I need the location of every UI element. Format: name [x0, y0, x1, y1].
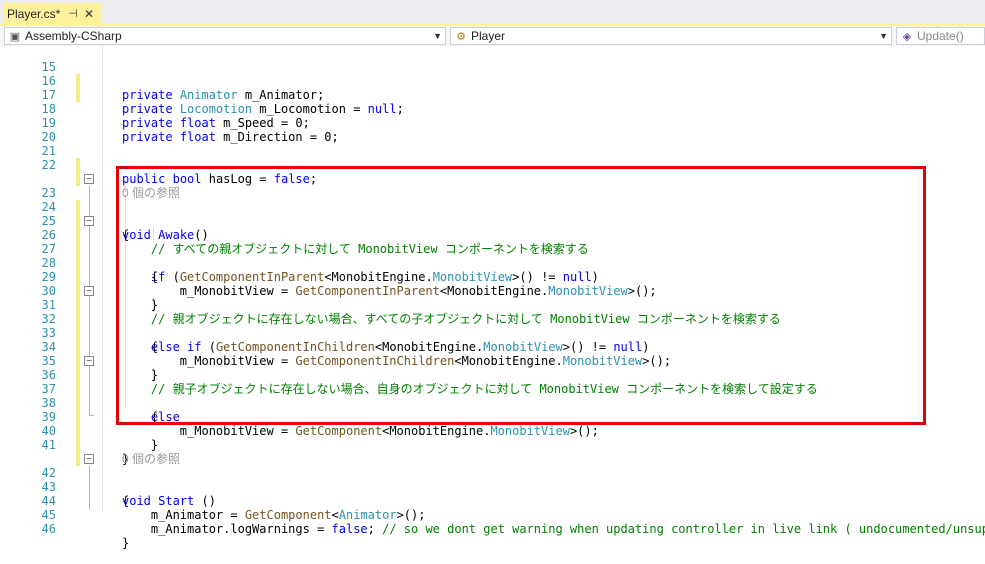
code-line: 17 [0, 74, 985, 102]
code-line: 21 public bool hasLog = false; [0, 130, 985, 186]
close-icon[interactable]: ✕ [84, 7, 94, 21]
document-tab-bar: Player.cs* ⊣ ✕ [0, 0, 985, 25]
code-line: 41 [0, 424, 985, 466]
code-line: 19 private float m_Direction = 0; [0, 102, 985, 144]
code-token: ; [367, 522, 383, 536]
code-line: 20 [0, 116, 985, 144]
code-line: 43 { [0, 466, 985, 508]
code-line: 18 private float m_Speed = 0; [0, 88, 985, 130]
keyword: false [331, 522, 368, 536]
tab-player-cs[interactable]: Player.cs* ⊣ ✕ [3, 3, 101, 24]
code-line: 42 − void Start () [0, 452, 985, 508]
class-icon: ⚙ [456, 30, 466, 43]
code-line: 15 private Animator m_Animator; [0, 46, 985, 102]
tab-title: Player.cs* [7, 6, 61, 21]
collapse-icon[interactable]: − [84, 174, 94, 184]
code-text: } [122, 536, 130, 550]
member-dropdown[interactable]: ◈ Update() [896, 27, 985, 45]
collapse-icon[interactable]: − [84, 454, 94, 464]
method-icon: ◈ [902, 30, 912, 43]
collapse-icon[interactable]: − [84, 216, 94, 226]
code-token: m_Animator.logWarnings = [122, 522, 332, 536]
member-dropdown-value: Update() [917, 29, 964, 43]
code-comment: // so we dont get warning when updating … [382, 522, 985, 536]
class-dropdown[interactable]: ⚙ Player ▼ [450, 27, 892, 45]
project-dropdown[interactable]: ▣ Assembly-CSharp ▼ [4, 27, 446, 45]
project-dropdown-value: Assembly-CSharp [25, 29, 122, 43]
code-text: m_Animator.logWarnings = false; // so we… [122, 522, 985, 536]
chevron-down-icon: ▼ [879, 31, 888, 41]
line-number: 46 [41, 522, 56, 536]
collapse-icon[interactable]: − [84, 356, 94, 366]
code-line: 45 m_Animator.logWarnings = false; // so… [0, 494, 985, 536]
code-line: 22 [0, 144, 985, 186]
chevron-down-icon: ▼ [433, 31, 442, 41]
code-line: 44 m_Animator = GetComponent<Animator>()… [0, 480, 985, 522]
pin-icon[interactable]: ⊣ [68, 7, 78, 20]
class-dropdown-value: Player [471, 29, 506, 43]
codelens-row: 0 個の参照 [0, 438, 985, 466]
code-line: 46 } [0, 508, 985, 550]
csharp-project-icon: ▣ [9, 30, 21, 43]
collapse-icon[interactable]: − [84, 286, 94, 296]
navigation-bar: ▣ Assembly-CSharp ▼ ⚙ Player ▼ ◈ Update(… [0, 26, 985, 47]
highlight-rectangle [116, 166, 926, 425]
code-line: 16 private Locomotion m_Locomotion = nul… [0, 60, 985, 116]
